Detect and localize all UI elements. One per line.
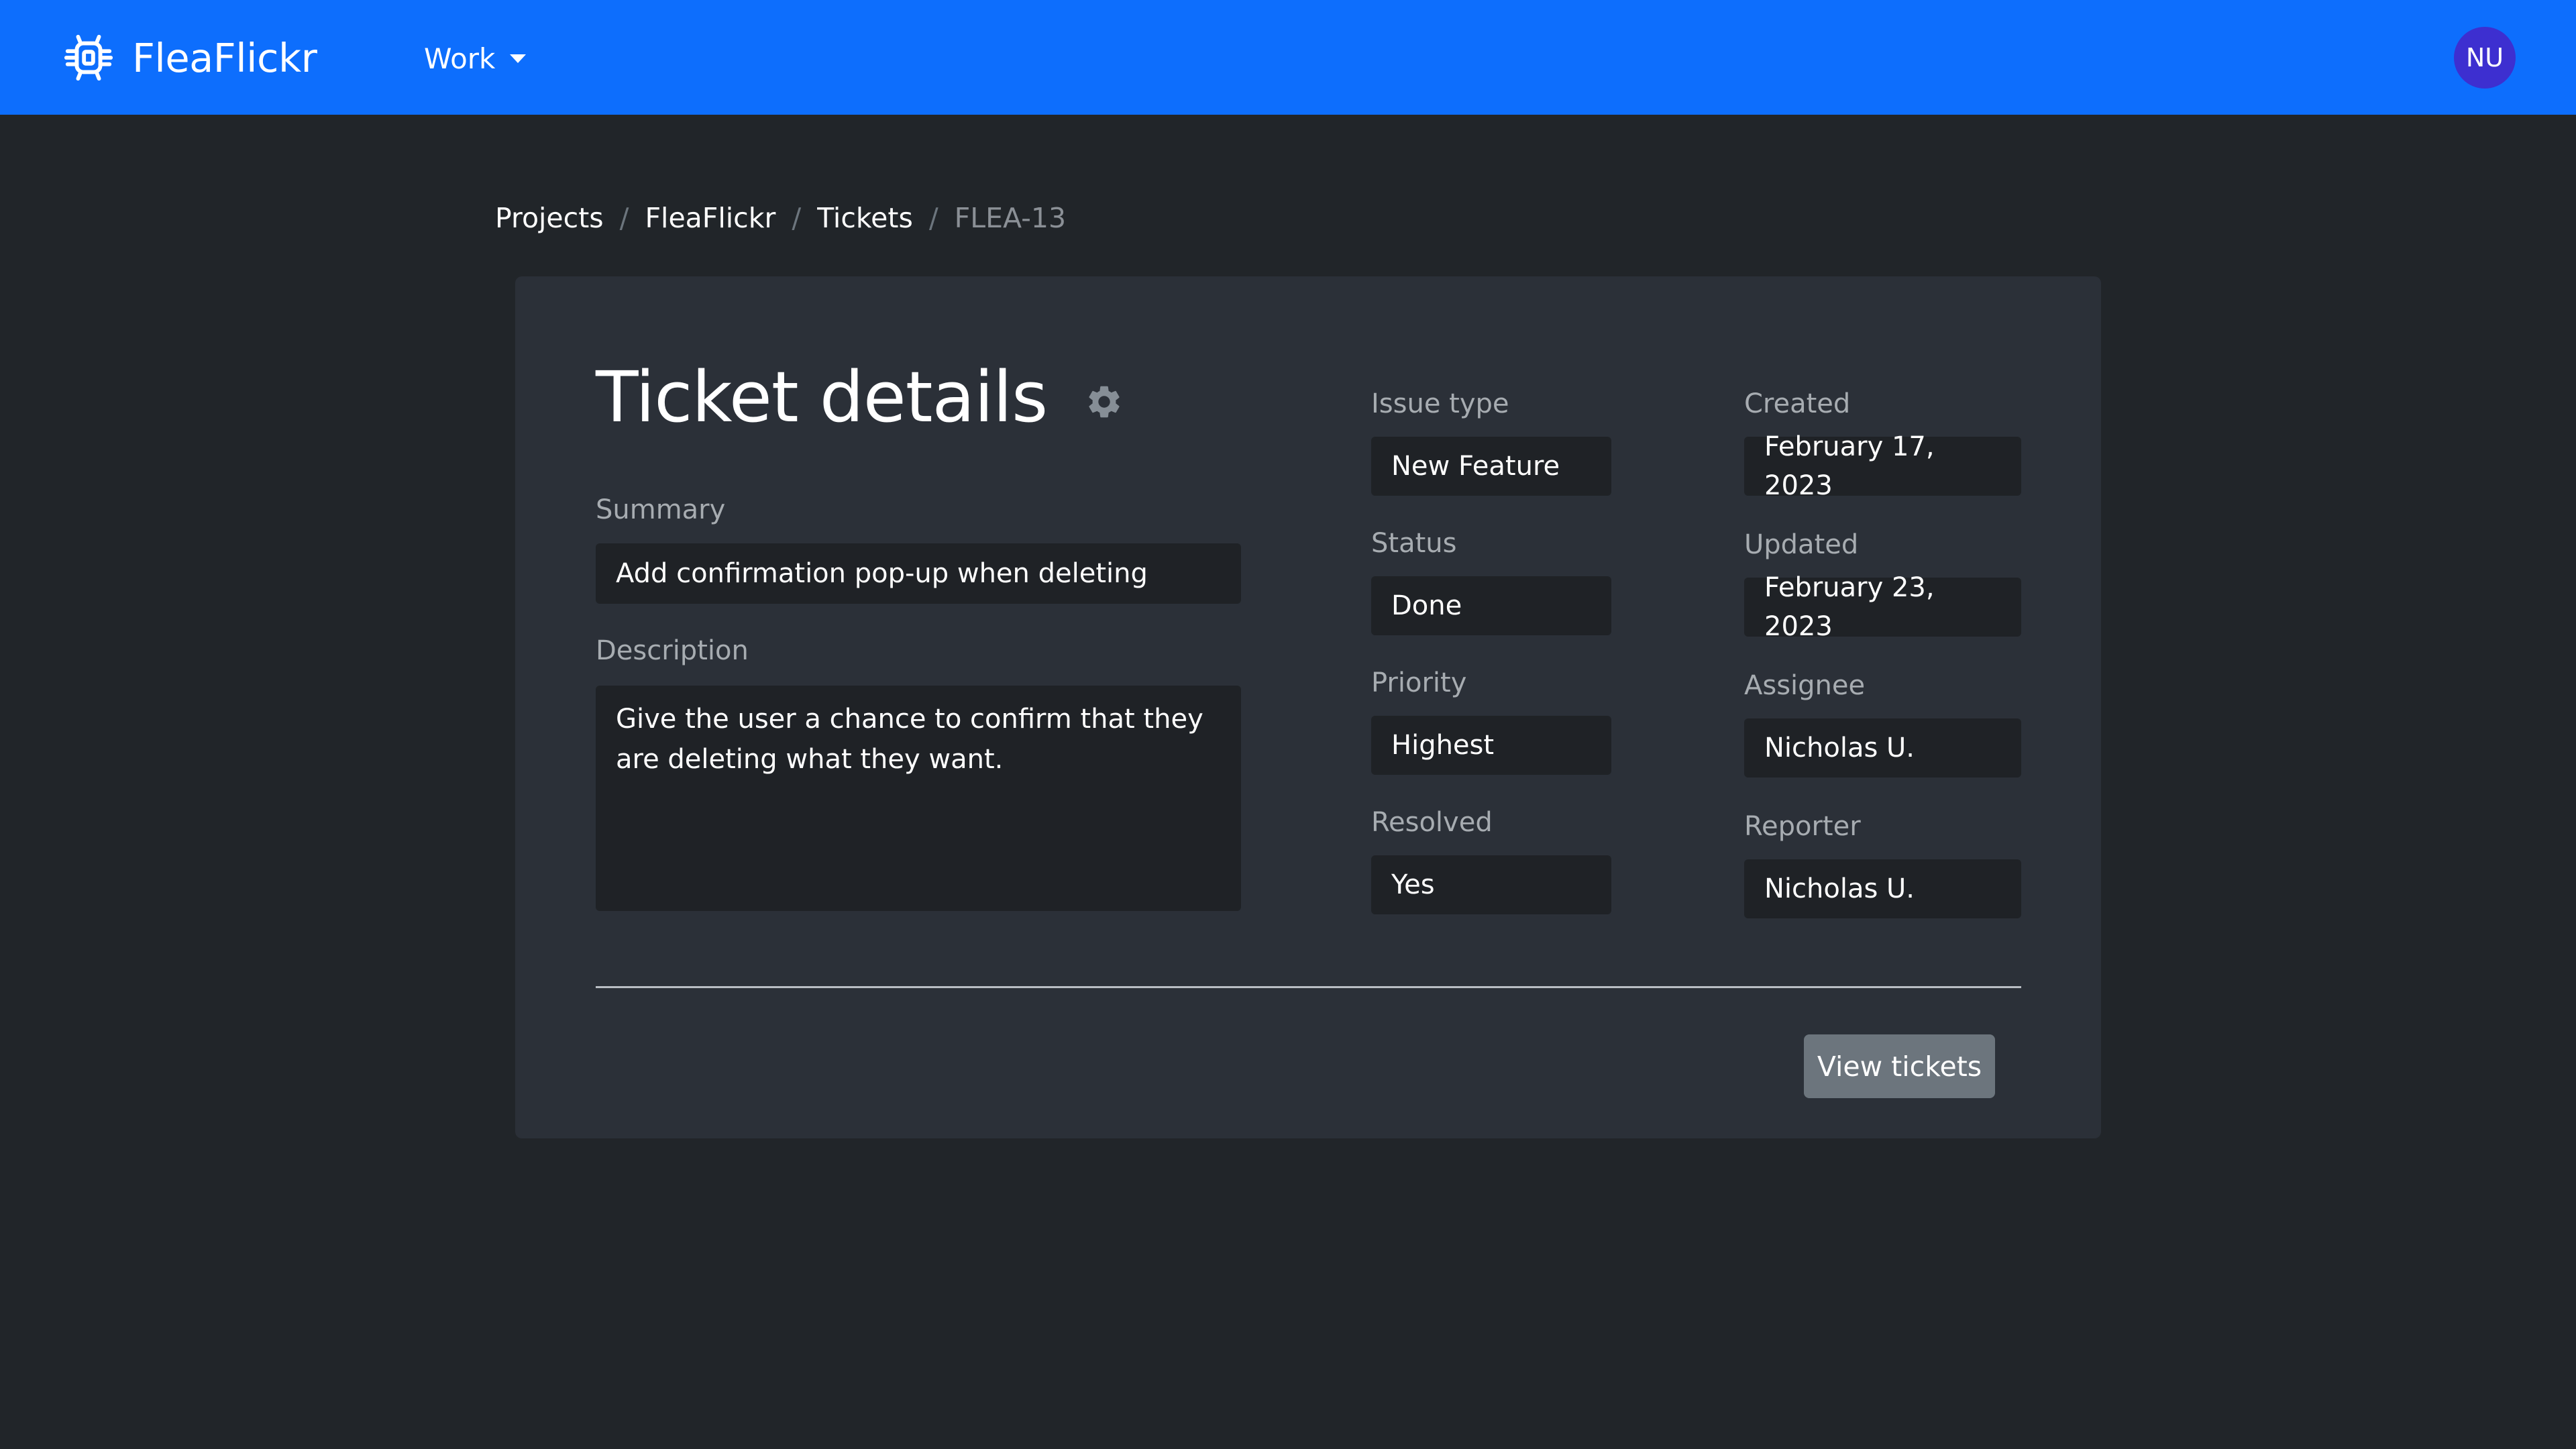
brand-link[interactable]: FleaFlickr: [62, 31, 317, 85]
breadcrumb-separator: /: [792, 202, 802, 234]
chevron-down-icon: [510, 54, 527, 63]
breadcrumb-separator: /: [619, 202, 629, 234]
updated-field[interactable]: February 23, 2023: [1744, 572, 2021, 642]
top-navbar: FleaFlickr Work NU: [0, 0, 2576, 115]
gear-icon[interactable]: [1085, 382, 1124, 421]
summary-label: Summary: [596, 494, 726, 525]
resolved-field[interactable]: Yes: [1371, 855, 1611, 914]
description-value: Give the user a chance to confirm that t…: [616, 704, 1203, 775]
resolved-label: Resolved: [1371, 807, 1493, 838]
brand-name: FleaFlickr: [132, 34, 317, 81]
breadcrumb-tickets[interactable]: Tickets: [817, 202, 913, 234]
breadcrumb-separator: /: [928, 202, 938, 234]
reporter-value: Nicholas U.: [1764, 873, 1915, 904]
assignee-field[interactable]: Nicholas U.: [1744, 718, 2021, 777]
updated-value: February 23, 2023: [1764, 572, 1935, 642]
work-dropdown[interactable]: Work: [424, 42, 527, 75]
card-divider: [596, 986, 2021, 988]
resolved-value: Yes: [1391, 869, 1435, 900]
issue-type-value: New Feature: [1391, 451, 1560, 482]
page-title: Ticket details: [596, 356, 1048, 438]
reporter-label: Reporter: [1744, 811, 1861, 842]
priority-field[interactable]: Highest: [1371, 716, 1611, 775]
created-label: Created: [1744, 388, 1851, 419]
user-avatar[interactable]: NU: [2454, 27, 2516, 89]
bug-icon: [64, 34, 113, 81]
updated-label: Updated: [1744, 529, 1859, 560]
priority-value: Highest: [1391, 730, 1495, 761]
status-field[interactable]: Done: [1371, 576, 1611, 635]
work-dropdown-label: Work: [424, 42, 496, 75]
summary-field[interactable]: Add confirmation pop-up when deleting: [596, 543, 1241, 604]
assignee-value: Nicholas U.: [1764, 733, 1915, 763]
breadcrumb-current: FLEA-13: [954, 202, 1067, 234]
description-field[interactable]: Give the user a chance to confirm that t…: [596, 686, 1241, 911]
breadcrumb-project[interactable]: FleaFlickr: [645, 202, 775, 234]
priority-label: Priority: [1371, 667, 1467, 698]
issue-type-label: Issue type: [1371, 388, 1509, 419]
summary-value: Add confirmation pop-up when deleting: [616, 558, 1148, 589]
view-tickets-button[interactable]: View tickets: [1804, 1034, 1995, 1098]
issue-type-field[interactable]: New Feature: [1371, 437, 1611, 496]
assignee-label: Assignee: [1744, 670, 1866, 701]
breadcrumb-projects[interactable]: Projects: [495, 202, 604, 234]
breadcrumb: Projects / FleaFlickr / Tickets / FLEA-1…: [495, 199, 1066, 237]
reporter-field[interactable]: Nicholas U.: [1744, 859, 2021, 918]
status-value: Done: [1391, 590, 1462, 621]
created-value: February 17, 2023: [1764, 431, 1935, 501]
ticket-title-row: Ticket details: [596, 356, 1124, 438]
status-label: Status: [1371, 528, 1457, 559]
ticket-card: Ticket details Summary Add confirmation …: [515, 276, 2101, 1138]
description-label: Description: [596, 635, 749, 666]
avatar-initials: NU: [2465, 43, 2504, 72]
created-field[interactable]: February 17, 2023: [1744, 431, 2021, 501]
